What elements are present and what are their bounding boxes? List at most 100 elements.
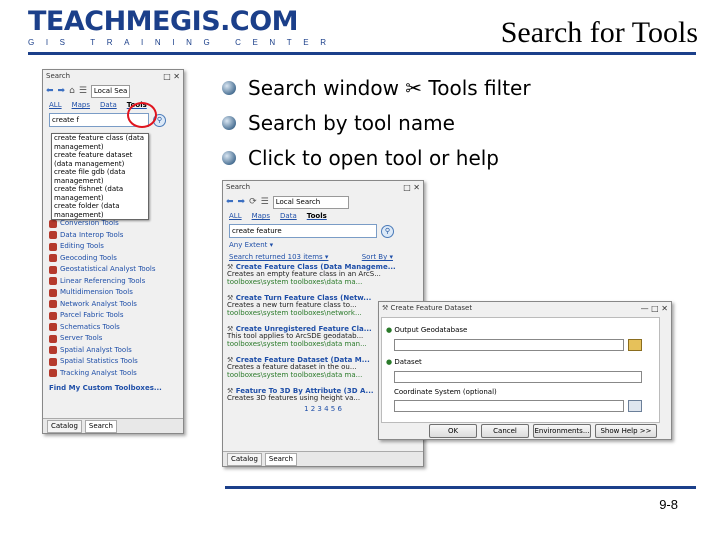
tab-all[interactable]: ALL <box>229 210 242 222</box>
suggestion-item[interactable]: create feature class (data management) <box>52 134 148 151</box>
tab-data[interactable]: Data <box>280 210 297 222</box>
toolbox-item[interactable]: Server Tools <box>49 333 179 345</box>
suggestion-item[interactable]: create feature dataset (data management) <box>52 151 148 168</box>
toolbox-icon <box>49 346 57 355</box>
tools-tab-highlight-circle <box>127 102 157 128</box>
tab-all[interactable]: ALL <box>49 99 62 111</box>
bullet-item: Click to open tool or help <box>222 140 531 175</box>
search-scope-dropdown[interactable]: Local Sea <box>90 84 131 98</box>
toolbox-item[interactable]: Network Analyst Tools <box>49 299 179 311</box>
toolbox-item[interactable]: Tracking Analyst Tools <box>49 368 179 380</box>
show-help-button[interactable]: Show Help >> <box>595 424 657 438</box>
bullet-text: Search by tool name <box>248 110 455 135</box>
output-geodatabase-input[interactable] <box>394 339 624 351</box>
toolbox-icon <box>49 219 57 228</box>
toolbox-item[interactable]: Geocoding Tools <box>49 253 179 265</box>
footer-divider <box>225 486 696 489</box>
ok-button[interactable]: OK <box>429 424 477 438</box>
search-row: create f ⚲ <box>43 113 183 127</box>
extent-filter[interactable]: Any Extent ▾ <box>223 241 423 249</box>
bullet-icon <box>222 150 236 165</box>
window-controls[interactable]: □ ✕ <box>163 70 180 83</box>
home-icon[interactable]: ⌂ <box>69 86 75 96</box>
toolbox-item[interactable]: Geostatistical Analyst Tools <box>49 264 179 276</box>
toolbox-item[interactable]: Spatial Analyst Tools <box>49 345 179 357</box>
search-toolbar: ⬅ ➡ ⌂ ☰ Local Sea <box>43 83 183 99</box>
window-title: Search <box>226 183 251 191</box>
environments-button[interactable]: Environments... <box>533 424 591 438</box>
find-custom-toolboxes-link[interactable]: Find My Custom Toolboxes... <box>49 383 179 395</box>
field-label: Coordinate System (optional) <box>394 388 497 396</box>
toolbox-icon <box>49 265 57 274</box>
bullet-item: Search window ✂ Tools filter <box>222 70 531 105</box>
window-bottom-tabs: Catalog Search <box>43 418 183 433</box>
results-header: Search returned 103 items ▾ Sort By ▾ <box>223 253 423 261</box>
browse-folder-icon[interactable] <box>628 339 642 351</box>
window-controls[interactable]: — □ ✕ <box>641 302 668 315</box>
dataset-input[interactable] <box>394 371 642 383</box>
toolbox-item[interactable]: Editing Tools <box>49 241 179 253</box>
autocomplete-dropdown: create feature class (data management) c… <box>51 133 149 220</box>
tab-maps[interactable]: Maps <box>72 99 90 111</box>
suggestion-item[interactable]: create folder (data management) <box>52 202 148 219</box>
bullet-list: Search window ✂ Tools filter Search by t… <box>222 70 531 175</box>
toolbox-item[interactable]: Parcel Fabric Tools <box>49 310 179 322</box>
window-title-bar: Search □ ✕ <box>43 70 183 83</box>
back-arrow-icon[interactable]: ⬅ <box>46 86 54 96</box>
search-filter-tabs: ALL Maps Data Tools <box>43 99 183 111</box>
search-result[interactable]: ⚒ Create Feature Class (Data Manageme...… <box>223 263 423 286</box>
logo-tagline: GIS TRAINING CENTER <box>28 38 338 47</box>
search-window-tools-filter: Search □ ✕ ⬅ ➡ ⌂ ☰ Local Sea ALL Maps Da… <box>42 69 184 434</box>
search-toolbar: ⬅ ➡ ⟳ ☰ Local Search <box>223 194 423 210</box>
toolbox-icon <box>49 311 57 320</box>
toolbox-icon <box>49 300 57 309</box>
window-title-bar: Search □ ✕ <box>223 181 423 194</box>
bullet-item: Search by tool name <box>222 105 531 140</box>
search-tab[interactable]: Search <box>84 419 117 433</box>
toolbox-item[interactable]: Multidimension Tools <box>49 287 179 299</box>
toolbox-item[interactable]: Data Interop Tools <box>49 230 179 242</box>
toolbox-item[interactable]: Spatial Statistics Tools <box>49 356 179 368</box>
search-input[interactable]: create feature <box>229 224 377 238</box>
coordinate-system-input[interactable] <box>394 400 624 412</box>
results-summary[interactable]: Search returned 103 items ▾ <box>229 253 328 261</box>
bullet-text: Click to open tool or help <box>248 145 499 170</box>
window-bottom-tabs: Catalog Search <box>223 451 423 466</box>
forward-arrow-icon[interactable]: ➡ <box>238 197 246 207</box>
cancel-button[interactable]: Cancel <box>481 424 529 438</box>
catalog-tab[interactable]: Catalog <box>47 419 82 433</box>
dialog-title-bar: ⚒ Create Feature Dataset — □ ✕ <box>379 302 671 315</box>
create-feature-dataset-dialog: ⚒ Create Feature Dataset — □ ✕ ● Output … <box>378 301 672 440</box>
sort-by-dropdown[interactable]: Sort By ▾ <box>362 253 393 261</box>
toolbox-list: Conversion Tools Data Interop Tools Edit… <box>49 218 179 395</box>
tool-icon: ⚒ <box>382 304 389 312</box>
options-icon[interactable]: ☰ <box>79 86 87 96</box>
field-label: ● Dataset <box>386 358 422 366</box>
toolbox-item[interactable]: Schematics Tools <box>49 322 179 334</box>
catalog-tab[interactable]: Catalog <box>227 452 262 466</box>
back-arrow-icon[interactable]: ⬅ <box>226 197 234 207</box>
toolbox-icon <box>49 242 57 251</box>
dialog-title: Create Feature Dataset <box>390 304 473 312</box>
toolbox-item[interactable]: Linear Referencing Tools <box>49 276 179 288</box>
search-go-icon[interactable]: ⚲ <box>381 224 394 238</box>
title-divider <box>28 52 696 55</box>
tab-tools[interactable]: Tools <box>307 210 327 222</box>
tab-data[interactable]: Data <box>100 99 117 111</box>
company-logo: TEACHMEGIS.COM GIS TRAINING CENTER <box>28 8 338 48</box>
tab-maps[interactable]: Maps <box>252 210 270 222</box>
search-scope-dropdown[interactable]: Local Search <box>272 195 349 209</box>
dialog-body: ● Output Geodatabase ● Dataset Coordinat… <box>381 317 660 423</box>
coordinate-properties-icon[interactable] <box>628 400 642 412</box>
window-controls[interactable]: □ ✕ <box>403 181 420 194</box>
search-filter-tabs: ALL Maps Data Tools <box>223 210 423 222</box>
suggestion-item[interactable]: create fishnet (data management) <box>52 185 148 202</box>
toolbox-icon <box>49 357 57 366</box>
options-icon[interactable]: ☰ <box>261 197 269 207</box>
search-tab[interactable]: Search <box>264 452 297 466</box>
refresh-icon[interactable]: ⟳ <box>249 197 257 207</box>
suggestion-item[interactable]: create file gdb (data management) <box>52 168 148 185</box>
toolbox-icon <box>49 288 57 297</box>
toolbox-icon <box>49 334 57 343</box>
forward-arrow-icon[interactable]: ➡ <box>58 86 66 96</box>
